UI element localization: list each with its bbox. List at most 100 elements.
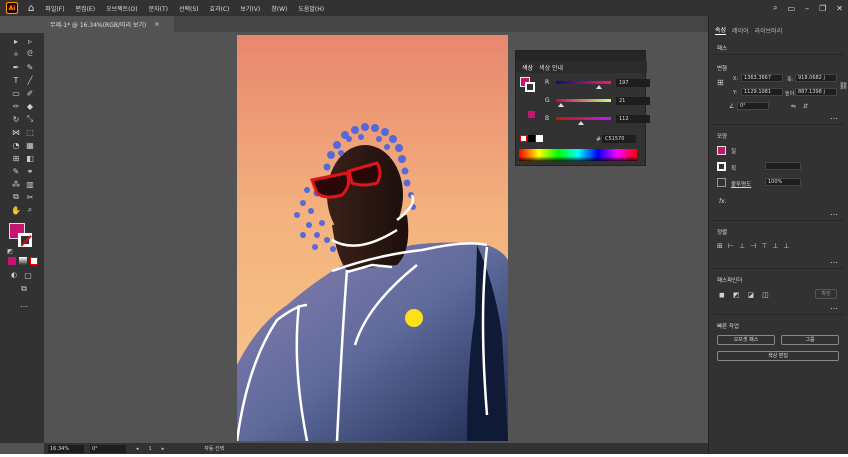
curvature-tool-icon[interactable]: ✎ (24, 61, 36, 73)
black-swatch[interactable] (528, 135, 535, 142)
more-transform-options-icon[interactable]: ⋯ (830, 114, 838, 123)
live-paint-tool-icon[interactable]: ▦ (24, 139, 36, 151)
align-top-icon[interactable]: ⊤ (761, 242, 767, 250)
constrain-proportions-icon[interactable]: ⛓ (839, 82, 848, 90)
pen-tool-icon[interactable]: ✒ (10, 61, 22, 73)
zoom-field[interactable]: 16.34% (48, 444, 84, 453)
fx-label[interactable]: fx. (719, 198, 727, 205)
artboard-nav-prev-icon[interactable]: ◂ (136, 446, 139, 452)
align-left-icon[interactable]: ⊢ (728, 242, 734, 250)
flip-vertical-icon[interactable]: ⇵ (803, 103, 808, 110)
draw-mode-icon[interactable]: ◐ (8, 269, 20, 281)
none-swatch[interactable] (520, 135, 527, 142)
minimize-icon[interactable]: – (805, 4, 809, 13)
reference-point-icon[interactable]: ⊞ (717, 78, 724, 87)
menu-file[interactable]: 파일(F) (45, 4, 64, 13)
recolor-button[interactable]: 색상 편집 (717, 351, 839, 361)
artboard-tool-icon[interactable]: ⧉ (10, 191, 22, 203)
direct-selection-tool-icon[interactable]: ▹ (24, 35, 36, 47)
opacity-label[interactable]: 불투명도 (731, 180, 751, 188)
g-slider[interactable] (556, 99, 611, 102)
unite-icon[interactable]: ◼ (719, 291, 725, 299)
align-bottom-icon[interactable]: ⊥ (783, 242, 789, 250)
height-field[interactable]: 887.1398 j (795, 88, 837, 96)
appearance-stroke-swatch[interactable] (717, 162, 726, 171)
menu-view[interactable]: 보기(V) (240, 4, 260, 13)
gradient-tool-icon[interactable]: ◧ (24, 152, 36, 164)
blend-tool-icon[interactable]: ⚭ (24, 165, 36, 177)
close-tab-icon[interactable]: × (154, 21, 159, 28)
tab-libraries[interactable]: 라이브러리 (755, 26, 783, 35)
perspective-grid-tool-icon[interactable]: ⊞ (10, 152, 22, 164)
zoom-tool-icon[interactable]: ⌕ (24, 204, 36, 216)
column-graph-tool-icon[interactable]: ▥ (24, 178, 36, 190)
width-tool-icon[interactable]: ⋈ (10, 126, 22, 138)
color-mode-icon[interactable] (8, 257, 16, 265)
r-value-field[interactable]: 197 (616, 79, 650, 87)
b-slider-thumb[interactable] (578, 121, 584, 125)
menu-object[interactable]: 오브젝트(O) (106, 4, 138, 13)
intersect-icon[interactable]: ◪ (747, 291, 754, 299)
home-icon[interactable]: ⌂ (28, 3, 34, 14)
artboard[interactable] (237, 35, 508, 441)
rotation-field[interactable]: 0° (90, 444, 126, 453)
minus-front-icon[interactable]: ◩ (733, 291, 740, 299)
default-colors-icon[interactable]: ◩ (4, 245, 16, 257)
symbol-sprayer-tool-icon[interactable]: ⁂ (10, 178, 22, 190)
g-value-field[interactable]: 21 (616, 97, 650, 105)
close-icon[interactable]: ✕ (836, 4, 843, 13)
appearance-fill-swatch[interactable] (717, 146, 726, 155)
shaper-tool-icon[interactable]: ✑ (10, 100, 22, 112)
scale-tool-icon[interactable]: ⤡ (24, 113, 36, 125)
hex-field[interactable]: C51570 (602, 135, 636, 143)
stroke-weight-field[interactable] (765, 162, 801, 170)
tab-properties[interactable]: 속성 (715, 25, 727, 35)
gradient-mode-icon[interactable] (19, 257, 27, 265)
paintbrush-tool-icon[interactable]: ✐ (24, 87, 36, 99)
align-hcenter-icon[interactable]: ⊥ (739, 242, 745, 250)
opacity-field[interactable]: 100% (765, 178, 801, 186)
artboard-number[interactable]: 1 (149, 446, 152, 452)
menu-select[interactable]: 선택(S) (179, 4, 199, 13)
draw-behind-icon[interactable]: ▢ (22, 269, 34, 281)
document-tab[interactable]: 무제-1* @ 16.34%(RGB/미리 보기) × (44, 16, 174, 32)
x-field[interactable]: 1363.3667 (741, 74, 783, 82)
align-to-icon[interactable]: ⊞ (717, 242, 723, 250)
flip-horizontal-icon[interactable]: ⇋ (791, 103, 796, 110)
lasso-tool-icon[interactable]: ᘓ (24, 48, 36, 60)
rotate-tool-icon[interactable]: ↻ (10, 113, 22, 125)
search-icon[interactable]: ⌕ (773, 3, 777, 13)
menu-window[interactable]: 창(W) (271, 4, 287, 13)
slice-tool-icon[interactable]: ✂ (24, 191, 36, 203)
shape-builder-tool-icon[interactable]: ◔ (10, 139, 22, 151)
eyedropper-tool-icon[interactable]: ✎ (10, 165, 22, 177)
color-spectrum[interactable] (519, 149, 637, 161)
type-tool-icon[interactable]: T (10, 74, 22, 86)
offset-path-button[interactable]: 오프셋 패스 (717, 335, 775, 345)
restore-icon[interactable]: ❐ (819, 4, 826, 13)
angle-field[interactable]: 0° (737, 102, 769, 110)
g-slider-thumb[interactable] (558, 103, 564, 107)
edit-toolbar-icon[interactable]: ⋯ (18, 300, 30, 312)
color-panel-header[interactable] (516, 51, 645, 61)
selection-tool-icon[interactable]: ▸ (10, 35, 22, 47)
hand-tool-icon[interactable]: ✋ (10, 204, 22, 216)
r-slider[interactable] (556, 81, 611, 84)
r-slider-thumb[interactable] (596, 85, 602, 89)
menu-type[interactable]: 문자(T) (149, 4, 168, 13)
tab-color-guide[interactable]: 색상 안내 (539, 63, 563, 72)
y-field[interactable]: 1129.1081 (741, 88, 783, 96)
none-mode-icon[interactable] (30, 257, 38, 265)
align-right-icon[interactable]: ⊣ (750, 242, 756, 250)
workspace-icon[interactable]: ▭ (788, 4, 796, 13)
artwork-canvas[interactable] (237, 35, 508, 441)
menu-help[interactable]: 도움말(H) (298, 4, 324, 13)
align-vcenter-icon[interactable]: ⊥ (772, 242, 778, 250)
rectangle-tool-icon[interactable]: ▭ (10, 87, 22, 99)
magic-wand-tool-icon[interactable]: ✧ (10, 48, 22, 60)
white-swatch[interactable] (536, 135, 543, 142)
color-panel-stroke-swatch[interactable] (525, 82, 535, 92)
more-align-options-icon[interactable]: ⋯ (830, 258, 838, 267)
free-transform-tool-icon[interactable]: ⬚ (24, 126, 36, 138)
tab-layers[interactable]: 레이어 (732, 26, 749, 35)
